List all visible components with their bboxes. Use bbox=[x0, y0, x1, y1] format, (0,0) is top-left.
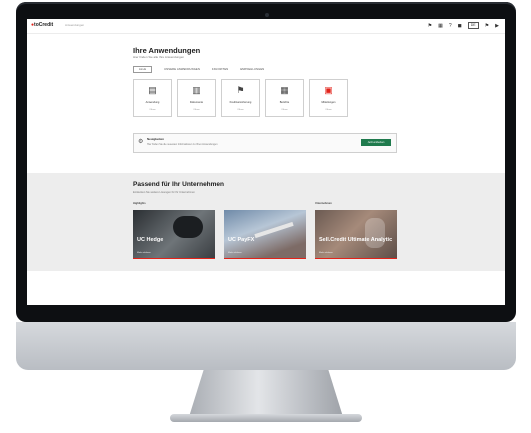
news-description: Hier finden Sie die neuesten Information… bbox=[147, 143, 218, 146]
app-card-meta: Öffnen bbox=[149, 109, 156, 111]
app-card-name: Mitteilungen bbox=[321, 101, 336, 104]
app-card-meta: Öffnen bbox=[281, 109, 288, 111]
application-cards: ▤ Anwendung Öffnen ▥ Dokumente Öffnen ⚑ … bbox=[133, 79, 348, 117]
news-banner: ⚙ Neuigkeiten Hier finden Sie die neuest… bbox=[133, 133, 397, 153]
brand-logo[interactable]: ●toCredit bbox=[31, 22, 53, 28]
app-card-meta: Öffnen bbox=[325, 109, 332, 111]
monitor-foot bbox=[170, 414, 362, 422]
app-card-meta: Öffnen bbox=[237, 109, 244, 111]
news-title: Neuigkeiten bbox=[147, 137, 165, 141]
promo-card-payfx[interactable]: UC PayFX Mehr erfahren bbox=[224, 210, 306, 259]
promo-title: Sell.Credit Ultimate Analytic bbox=[319, 237, 393, 243]
discover-button[interactable]: Jetzt entdecken bbox=[361, 139, 391, 146]
promo-link[interactable]: Mehr erfahren bbox=[137, 252, 151, 254]
document-icon: ▥ bbox=[192, 85, 201, 95]
monitor-stand bbox=[188, 370, 344, 420]
help-icon[interactable]: ? bbox=[449, 23, 452, 29]
breadcrumb[interactable]: Anwendungen bbox=[65, 23, 84, 27]
person-image bbox=[365, 218, 385, 248]
filter-tabs: ALLE UNSERE ANWENDUNGEN FAVORITEN EMPFEH… bbox=[133, 66, 264, 73]
flag-icon[interactable]: ⚑ bbox=[428, 23, 432, 29]
app-card-name: Anwendung bbox=[145, 101, 160, 104]
app-card[interactable]: ▦ Berichte Öffnen bbox=[265, 79, 304, 117]
report-icon: ▦ bbox=[280, 85, 289, 95]
page-subtitle: Hier finden Sie alle Ihre Anwendungen bbox=[133, 55, 185, 59]
app-card-name: Berichte bbox=[279, 101, 290, 104]
play-icon[interactable]: ▶ bbox=[495, 23, 499, 29]
binoculars-image bbox=[173, 216, 203, 238]
promo-link[interactable]: Mehr erfahren bbox=[228, 252, 242, 254]
top-navigation: ●toCredit Anwendungen ⚑ ▦ ? ◼ DE ⚑ ▶ bbox=[27, 19, 505, 34]
logo-text: toCredit bbox=[34, 22, 54, 28]
notification-icon[interactable]: ⚑ bbox=[485, 23, 489, 29]
header-icons: ⚑ ▦ ? ◼ DE ⚑ ▶ bbox=[428, 22, 499, 29]
tab-our-applications[interactable]: UNSERE ANWENDUNGEN bbox=[164, 68, 200, 71]
promo-card-hedge[interactable]: UC Hedge Mehr erfahren bbox=[133, 210, 215, 259]
promo-title: UC PayFX bbox=[228, 237, 255, 243]
app-card-name: Kreditversicherung bbox=[229, 101, 252, 104]
message-icon: ▣ bbox=[324, 85, 333, 95]
group-label: Highlights bbox=[133, 202, 146, 205]
insurance-icon: ⚑ bbox=[236, 85, 245, 95]
monitor-chin bbox=[16, 322, 516, 370]
section-title: Passend für Ihr Unternehmen bbox=[133, 181, 225, 188]
section-description: Entdecken Sie weitere Lösungen für Ihr U… bbox=[133, 191, 195, 194]
tab-favorites[interactable]: FAVORITEN bbox=[212, 68, 228, 71]
app-card-meta: Öffnen bbox=[193, 109, 200, 111]
tab-all[interactable]: ALLE bbox=[133, 66, 153, 73]
screen: ●toCredit Anwendungen ⚑ ▦ ? ◼ DE ⚑ ▶ Ihr… bbox=[27, 19, 505, 305]
app-card-name: Dokumente bbox=[189, 101, 204, 104]
app-card[interactable]: ▤ Anwendung Öffnen bbox=[133, 79, 172, 117]
page-footer-area bbox=[27, 271, 505, 305]
app-card[interactable]: ▥ Dokumente Öffnen bbox=[177, 79, 216, 117]
application-icon: ▤ bbox=[148, 85, 157, 95]
settings-icon: ⚙ bbox=[138, 139, 144, 145]
promo-card-analytic[interactable]: Sell.Credit Ultimate Analytic Mehr erfah… bbox=[315, 210, 397, 259]
page-title: Ihre Anwendungen bbox=[133, 46, 201, 55]
group-label: Unternehmen bbox=[315, 202, 332, 205]
grid-icon[interactable]: ▦ bbox=[438, 23, 443, 29]
promo-link[interactable]: Mehr erfahren bbox=[319, 252, 333, 254]
tab-recommendations[interactable]: EMPFEHLUNGEN bbox=[240, 68, 264, 71]
app-card[interactable]: ▣ Mitteilungen Öffnen bbox=[309, 79, 348, 117]
airplane-image bbox=[254, 221, 294, 239]
language-selector[interactable]: DE bbox=[467, 22, 479, 29]
camera-icon bbox=[265, 13, 269, 17]
app-card[interactable]: ⚑ Kreditversicherung Öffnen bbox=[221, 79, 260, 117]
promo-title: UC Hedge bbox=[137, 237, 164, 243]
account-icon[interactable]: ◼ bbox=[458, 23, 462, 29]
